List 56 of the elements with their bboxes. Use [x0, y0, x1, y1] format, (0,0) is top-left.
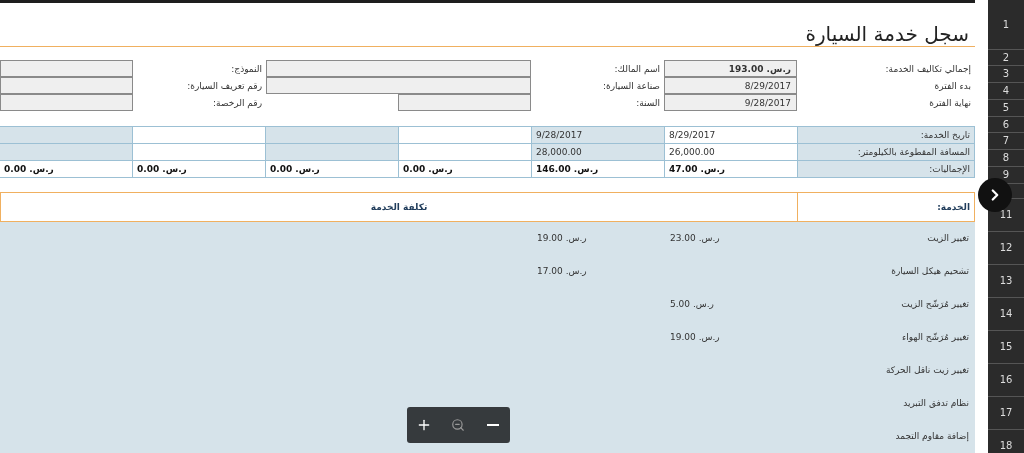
input-field[interactable] [0, 60, 133, 78]
row-number[interactable]: 17 [999, 407, 1013, 419]
cost-value: ر.س. 17.00 [537, 266, 587, 277]
field-label: النموذج: [230, 63, 263, 74]
input-field[interactable] [0, 94, 133, 112]
cost-value: ر.س. 23.00 [670, 233, 720, 244]
service-name: تغيير الزيت [926, 233, 970, 244]
service-name: تغيير مُرَشّح الزيت [900, 299, 970, 310]
input-field[interactable] [266, 77, 531, 95]
input-field[interactable] [0, 77, 133, 95]
value-field[interactable]: 8/29/2017 [664, 77, 797, 95]
field-label: السنة: [635, 97, 661, 108]
value-field[interactable]: ر.س. 193.00 [664, 60, 797, 78]
table-cell: 9/28/2017 [531, 126, 664, 144]
field-label: بدء الفترة [933, 80, 972, 91]
row-number[interactable]: 6 [1002, 118, 1010, 131]
cost-value: ر.س. 5.00 [670, 299, 714, 310]
field-label: اسم المالك: [613, 63, 661, 74]
minus-icon [486, 424, 499, 426]
cost-value: ر.س. 19.00 [537, 233, 587, 244]
service-name: إضافة مقاوم التجمد [894, 431, 970, 442]
service-name: تغيير مُرَشّح الهواء [901, 332, 970, 343]
row-number[interactable]: 1 [1002, 18, 1010, 31]
value-field[interactable]: 9/28/2017 [664, 94, 797, 112]
next-button[interactable] [978, 178, 1012, 212]
row-number[interactable]: 7 [1002, 135, 1010, 147]
row-number[interactable]: 5 [1002, 102, 1010, 114]
field-label: رقم تعريف السيارة: [186, 80, 263, 91]
magnifier-icon [451, 418, 466, 432]
row-number[interactable]: 2 [1002, 51, 1010, 64]
table-cell: 8/29/2017 [664, 126, 797, 144]
row-number[interactable]: 4 [1002, 85, 1010, 97]
row-number[interactable]: 13 [999, 275, 1013, 287]
field-label: رقم الرخصة: [212, 97, 263, 108]
field-label: إجمالي تكاليف الخدمة: [884, 63, 972, 74]
input-field[interactable] [266, 60, 531, 78]
row-number[interactable]: 11 [999, 209, 1013, 221]
column-header: الخدمة: [797, 192, 974, 221]
row-number[interactable]: 3 [1002, 68, 1010, 80]
row-number[interactable]: 8 [1002, 152, 1010, 164]
row-number[interactable]: 14 [999, 308, 1013, 320]
service-name: نظام تدفق التبريد [902, 398, 970, 409]
row-number[interactable]: 9 [1002, 169, 1010, 181]
cost-value: ر.س. 19.00 [670, 332, 720, 343]
column-header: تكلفة الخدمة [370, 201, 428, 212]
row-number[interactable]: 15 [999, 341, 1013, 353]
service-name: تغيير زيت ناقل الحركة [885, 365, 970, 376]
row-number[interactable]: 18 [999, 440, 1013, 452]
sheet-title: سجل خدمة السيارة [805, 21, 969, 46]
input-field[interactable] [398, 94, 531, 112]
row-number[interactable]: 16 [999, 374, 1013, 386]
field-label: صناعة السيارة: [602, 80, 661, 91]
field-label: نهاية الفترة [928, 97, 972, 108]
row-number[interactable]: 12 [999, 242, 1013, 254]
service-name: تشحيم هيكل السيارة [890, 266, 970, 277]
row-label: تاريخ الخدمة: [797, 126, 975, 144]
